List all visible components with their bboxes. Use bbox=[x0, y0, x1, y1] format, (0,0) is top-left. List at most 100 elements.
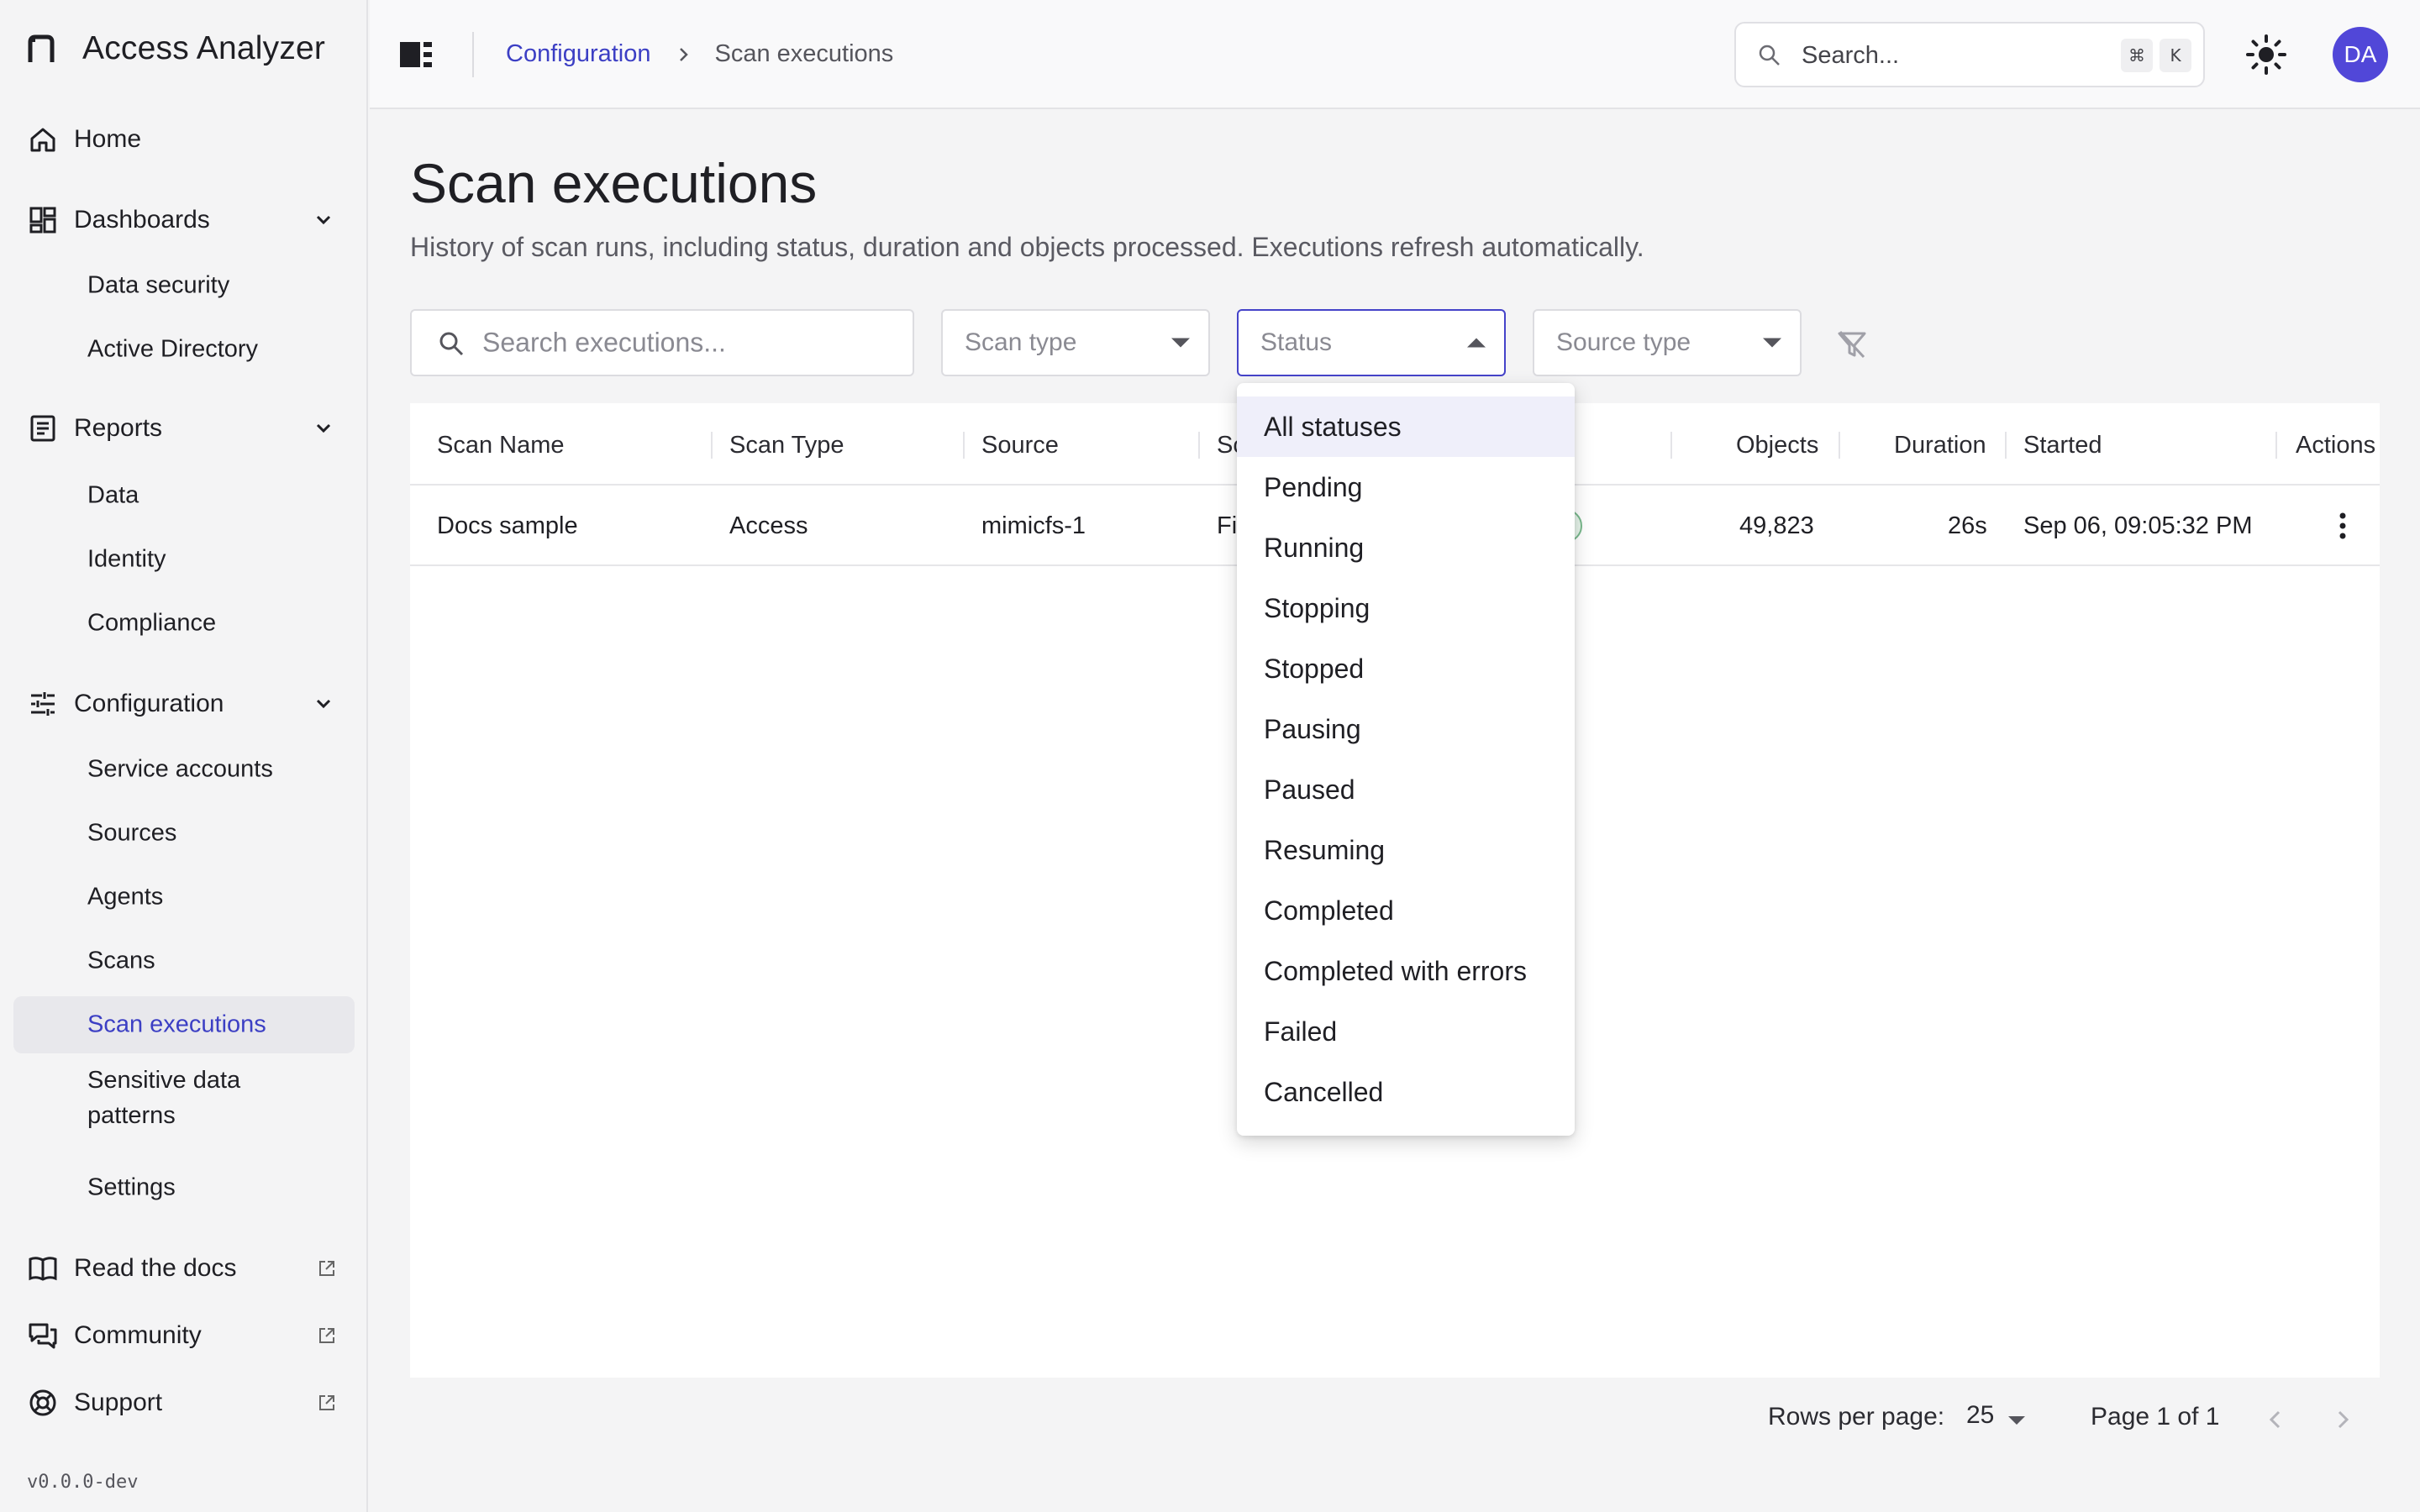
breadcrumb-current: Scan executions bbox=[714, 40, 894, 67]
status-option-stopped[interactable]: Stopped bbox=[1237, 638, 1575, 699]
caret-down-icon bbox=[1171, 338, 1190, 348]
lifebuoy-icon bbox=[29, 1389, 56, 1416]
global-search[interactable]: Search... ⌘ K bbox=[1734, 22, 2205, 87]
source-type-select[interactable]: Source type bbox=[1533, 309, 1802, 376]
sidebar-link-support[interactable]: Support bbox=[0, 1371, 368, 1435]
dashboard-icon bbox=[29, 207, 56, 234]
home-icon bbox=[30, 128, 55, 152]
more-vert-icon[interactable] bbox=[2334, 511, 2351, 541]
shortcut-cmd: ⌘ bbox=[2121, 39, 2153, 72]
column-header-objects[interactable]: Objects bbox=[1736, 432, 1818, 459]
sidebar-item-data[interactable]: Data bbox=[13, 467, 355, 524]
sidebar-item-agents[interactable]: Agents bbox=[13, 869, 355, 926]
status-option-pending[interactable]: Pending bbox=[1237, 457, 1575, 517]
cell-scan-type: Access bbox=[729, 512, 808, 539]
chevron-down-icon bbox=[316, 215, 331, 225]
external-link-icon bbox=[319, 1395, 334, 1410]
page-title: Scan executions bbox=[410, 152, 818, 214]
sidebar-item-compliance[interactable]: Compliance bbox=[13, 595, 355, 652]
column-divider bbox=[1670, 432, 1672, 459]
chevron-right-icon bbox=[679, 47, 688, 61]
app-name: Access Analyzer bbox=[82, 30, 326, 66]
report-icon bbox=[30, 415, 55, 442]
sun-icon[interactable] bbox=[2242, 30, 2291, 79]
user-avatar[interactable]: DA bbox=[2333, 27, 2388, 82]
shortcut-key: K bbox=[2160, 39, 2191, 72]
status-dropdown-menu: All statuses Pending Running Stopping St… bbox=[1237, 383, 1575, 1136]
cell-source-type: Fi bbox=[1217, 512, 1238, 539]
sidebar-item-scan-executions[interactable]: Scan executions bbox=[13, 996, 355, 1053]
sidebar-item-data-security[interactable]: Data security bbox=[13, 257, 355, 314]
cell-scan-name: Docs sample bbox=[437, 512, 578, 539]
column-divider bbox=[2005, 432, 2007, 459]
header-divider bbox=[472, 32, 474, 77]
top-bar: Configuration Scan executions Search... … bbox=[370, 0, 2420, 109]
cell-started: Sep 06, 09:05:32 PM bbox=[2023, 512, 2253, 539]
column-header-started[interactable]: Started bbox=[2023, 432, 2102, 459]
column-divider bbox=[1198, 432, 1200, 459]
sidebar-item-sources[interactable]: Sources bbox=[13, 805, 355, 862]
status-option-resuming[interactable]: Resuming bbox=[1237, 820, 1575, 880]
sidebar-item-scans[interactable]: Scans bbox=[13, 932, 355, 990]
chevron-down-icon bbox=[316, 699, 331, 709]
status-option-all[interactable]: All statuses bbox=[1237, 396, 1575, 457]
column-header-duration[interactable]: Duration bbox=[1894, 432, 1986, 459]
scan-type-select[interactable]: Scan type bbox=[941, 309, 1210, 376]
executions-search-input[interactable]: Search executions... bbox=[410, 309, 914, 376]
status-option-running[interactable]: Running bbox=[1237, 517, 1575, 578]
book-icon bbox=[29, 1257, 57, 1281]
sidebar-item-reports[interactable]: Reports bbox=[0, 396, 368, 460]
sidebar-item-home[interactable]: Home bbox=[0, 108, 368, 171]
column-divider bbox=[711, 432, 713, 459]
status-option-paused[interactable]: Paused bbox=[1237, 759, 1575, 820]
column-header-scan-type[interactable]: Scan Type bbox=[729, 432, 844, 459]
clear-filter-icon[interactable] bbox=[1835, 328, 1869, 361]
status-option-failed[interactable]: Failed bbox=[1237, 1001, 1575, 1062]
page-info: Page 1 of 1 bbox=[2091, 1403, 2220, 1431]
sidebar-toggle-icon[interactable] bbox=[398, 37, 434, 72]
sidebar-item-sensitive-data-patterns[interactable]: Sensitive data patterns bbox=[13, 1060, 355, 1136]
chevron-down-icon bbox=[316, 423, 331, 433]
sidebar-link-docs[interactable]: Read the docs bbox=[0, 1236, 368, 1300]
sidebar-item-settings[interactable]: Settings bbox=[13, 1159, 355, 1216]
sidebar-item-service-accounts[interactable]: Service accounts bbox=[13, 741, 355, 798]
sidebar-item-dashboards[interactable]: Dashboards bbox=[0, 188, 368, 252]
sidebar-item-configuration[interactable]: Configuration bbox=[0, 672, 368, 736]
sidebar-item-label-line2: patterns bbox=[87, 1102, 176, 1129]
breadcrumb-configuration[interactable]: Configuration bbox=[506, 40, 651, 68]
status-option-pausing[interactable]: Pausing bbox=[1237, 699, 1575, 759]
status-option-completed[interactable]: Completed bbox=[1237, 880, 1575, 941]
breadcrumb: Configuration Scan executions bbox=[506, 40, 893, 68]
next-page-icon[interactable] bbox=[2328, 1404, 2358, 1435]
column-divider bbox=[963, 432, 965, 459]
sidebar-item-identity[interactable]: Identity bbox=[13, 531, 355, 588]
column-header-scan-name[interactable]: Scan Name bbox=[437, 432, 565, 459]
column-header-actions: Actions bbox=[2296, 432, 2376, 459]
cell-duration: 26s bbox=[1948, 512, 1987, 539]
sidebar-item-active-directory[interactable]: Active Directory bbox=[13, 321, 355, 378]
caret-down-icon[interactable] bbox=[2008, 1416, 2025, 1425]
external-link-icon bbox=[319, 1261, 334, 1276]
caret-up-icon bbox=[1467, 338, 1486, 348]
rows-per-page-select[interactable]: 25 bbox=[1966, 1401, 1994, 1430]
sidebar-item-label-line1: Sensitive data bbox=[87, 1067, 241, 1094]
column-header-source[interactable]: Source bbox=[981, 432, 1059, 459]
global-search-placeholder: Search... bbox=[1802, 42, 1900, 69]
status-option-cancelled[interactable]: Cancelled bbox=[1237, 1062, 1575, 1122]
status-option-stopping[interactable]: Stopping bbox=[1237, 578, 1575, 638]
cell-source: mimicfs-1 bbox=[981, 512, 1086, 539]
previous-page-icon[interactable] bbox=[2260, 1404, 2291, 1435]
brand[interactable]: Access Analyzer bbox=[27, 30, 325, 67]
app-logo-icon bbox=[28, 34, 55, 62]
status-select[interactable]: Status bbox=[1237, 309, 1506, 376]
tune-icon bbox=[31, 692, 55, 716]
search-icon bbox=[1759, 45, 1780, 66]
status-option-completed-with-errors[interactable]: Completed with errors bbox=[1237, 941, 1575, 1001]
caret-down-icon bbox=[1763, 338, 1781, 348]
sidebar-link-community[interactable]: Community bbox=[0, 1304, 368, 1368]
sidebar: Access Analyzer Home Dashboards Data sec… bbox=[0, 0, 368, 1512]
page-subtitle: History of scan runs, including status, … bbox=[410, 232, 1644, 262]
search-placeholder: Search executions... bbox=[482, 327, 726, 358]
forum-icon bbox=[29, 1323, 57, 1349]
app-version: v0.0.0-dev bbox=[27, 1472, 139, 1493]
